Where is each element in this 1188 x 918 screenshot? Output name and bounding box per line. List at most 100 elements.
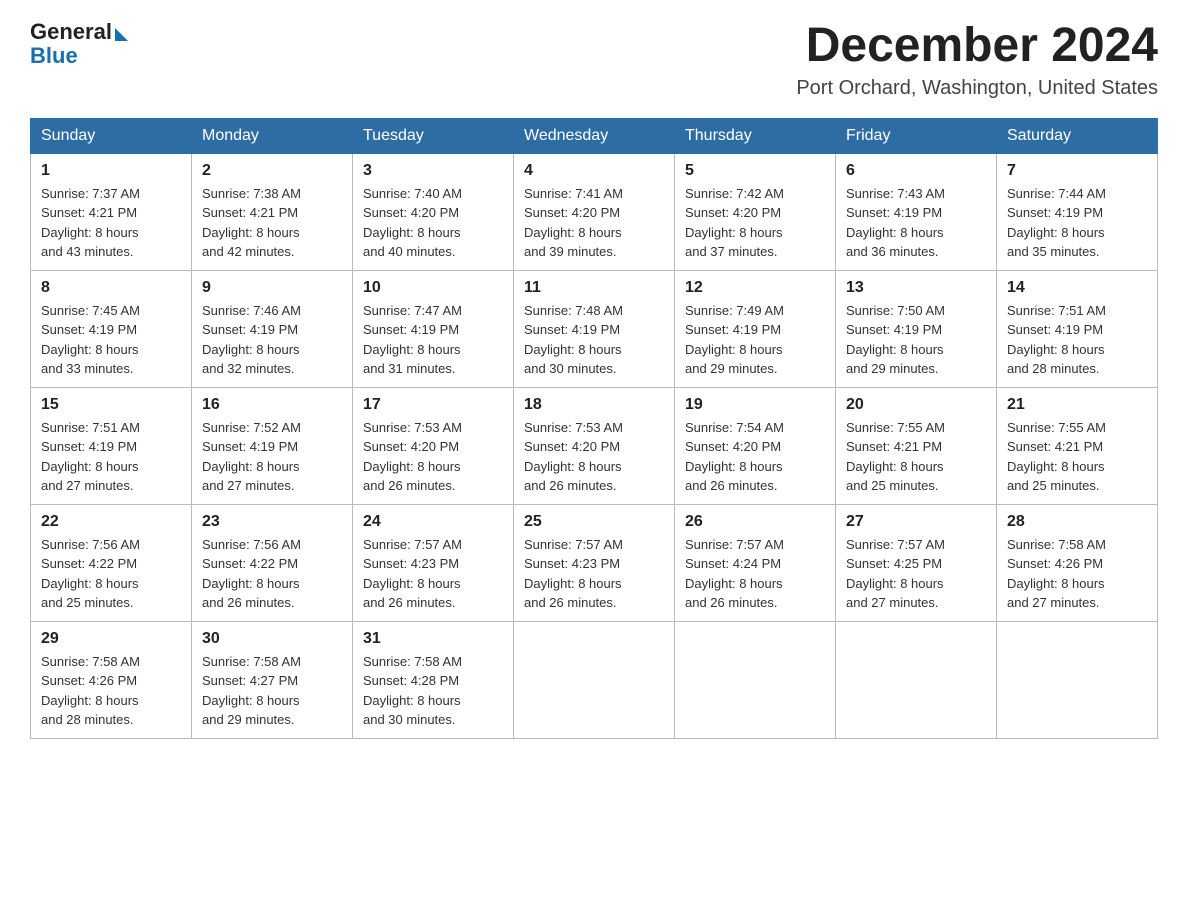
table-row: 4 Sunrise: 7:41 AM Sunset: 4:20 PM Dayli…	[514, 153, 675, 270]
table-row: 14 Sunrise: 7:51 AM Sunset: 4:19 PM Dayl…	[997, 270, 1158, 387]
day-info: Sunrise: 7:54 AM Sunset: 4:20 PM Dayligh…	[685, 418, 825, 496]
table-row: 1 Sunrise: 7:37 AM Sunset: 4:21 PM Dayli…	[31, 153, 192, 270]
day-info: Sunrise: 7:56 AM Sunset: 4:22 PM Dayligh…	[202, 535, 342, 613]
day-number: 20	[846, 396, 986, 414]
day-number: 7	[1007, 162, 1147, 180]
day-number: 19	[685, 396, 825, 414]
table-row: 21 Sunrise: 7:55 AM Sunset: 4:21 PM Dayl…	[997, 387, 1158, 504]
day-number: 16	[202, 396, 342, 414]
day-number: 27	[846, 513, 986, 531]
day-number: 8	[41, 279, 181, 297]
day-number: 1	[41, 162, 181, 180]
location-title: Port Orchard, Washington, United States	[796, 77, 1158, 100]
table-row: 3 Sunrise: 7:40 AM Sunset: 4:20 PM Dayli…	[353, 153, 514, 270]
day-info: Sunrise: 7:49 AM Sunset: 4:19 PM Dayligh…	[685, 301, 825, 379]
day-info: Sunrise: 7:41 AM Sunset: 4:20 PM Dayligh…	[524, 184, 664, 262]
day-number: 21	[1007, 396, 1147, 414]
col-tuesday: Tuesday	[353, 118, 514, 153]
day-number: 13	[846, 279, 986, 297]
day-info: Sunrise: 7:40 AM Sunset: 4:20 PM Dayligh…	[363, 184, 503, 262]
table-row: 25 Sunrise: 7:57 AM Sunset: 4:23 PM Dayl…	[514, 504, 675, 621]
day-info: Sunrise: 7:55 AM Sunset: 4:21 PM Dayligh…	[846, 418, 986, 496]
day-number: 4	[524, 162, 664, 180]
day-info: Sunrise: 7:43 AM Sunset: 4:19 PM Dayligh…	[846, 184, 986, 262]
day-number: 26	[685, 513, 825, 531]
table-row: 24 Sunrise: 7:57 AM Sunset: 4:23 PM Dayl…	[353, 504, 514, 621]
table-row: 11 Sunrise: 7:48 AM Sunset: 4:19 PM Dayl…	[514, 270, 675, 387]
day-info: Sunrise: 7:48 AM Sunset: 4:19 PM Dayligh…	[524, 301, 664, 379]
table-row: 29 Sunrise: 7:58 AM Sunset: 4:26 PM Dayl…	[31, 621, 192, 738]
day-number: 11	[524, 279, 664, 297]
day-info: Sunrise: 7:56 AM Sunset: 4:22 PM Dayligh…	[41, 535, 181, 613]
day-info: Sunrise: 7:57 AM Sunset: 4:23 PM Dayligh…	[524, 535, 664, 613]
table-row	[836, 621, 997, 738]
table-row: 19 Sunrise: 7:54 AM Sunset: 4:20 PM Dayl…	[675, 387, 836, 504]
calendar-week-row: 1 Sunrise: 7:37 AM Sunset: 4:21 PM Dayli…	[31, 153, 1158, 270]
day-number: 29	[41, 630, 181, 648]
day-info: Sunrise: 7:55 AM Sunset: 4:21 PM Dayligh…	[1007, 418, 1147, 496]
day-number: 31	[363, 630, 503, 648]
logo-blue: Blue	[30, 43, 78, 68]
day-number: 9	[202, 279, 342, 297]
table-row: 23 Sunrise: 7:56 AM Sunset: 4:22 PM Dayl…	[192, 504, 353, 621]
day-info: Sunrise: 7:53 AM Sunset: 4:20 PM Dayligh…	[524, 418, 664, 496]
table-row: 17 Sunrise: 7:53 AM Sunset: 4:20 PM Dayl…	[353, 387, 514, 504]
day-info: Sunrise: 7:42 AM Sunset: 4:20 PM Dayligh…	[685, 184, 825, 262]
day-info: Sunrise: 7:38 AM Sunset: 4:21 PM Dayligh…	[202, 184, 342, 262]
day-number: 5	[685, 162, 825, 180]
day-number: 14	[1007, 279, 1147, 297]
day-info: Sunrise: 7:57 AM Sunset: 4:23 PM Dayligh…	[363, 535, 503, 613]
day-number: 17	[363, 396, 503, 414]
table-row: 16 Sunrise: 7:52 AM Sunset: 4:19 PM Dayl…	[192, 387, 353, 504]
day-number: 10	[363, 279, 503, 297]
day-info: Sunrise: 7:57 AM Sunset: 4:25 PM Dayligh…	[846, 535, 986, 613]
table-row	[514, 621, 675, 738]
day-info: Sunrise: 7:51 AM Sunset: 4:19 PM Dayligh…	[41, 418, 181, 496]
day-info: Sunrise: 7:47 AM Sunset: 4:19 PM Dayligh…	[363, 301, 503, 379]
day-number: 18	[524, 396, 664, 414]
col-thursday: Thursday	[675, 118, 836, 153]
calendar-week-row: 15 Sunrise: 7:51 AM Sunset: 4:19 PM Dayl…	[31, 387, 1158, 504]
day-info: Sunrise: 7:46 AM Sunset: 4:19 PM Dayligh…	[202, 301, 342, 379]
header-area: General Blue December 2024 Port Orchard,…	[30, 20, 1158, 100]
calendar-week-row: 8 Sunrise: 7:45 AM Sunset: 4:19 PM Dayli…	[31, 270, 1158, 387]
table-row: 18 Sunrise: 7:53 AM Sunset: 4:20 PM Dayl…	[514, 387, 675, 504]
table-row	[675, 621, 836, 738]
header-row: Sunday Monday Tuesday Wednesday Thursday…	[31, 118, 1158, 153]
table-row: 6 Sunrise: 7:43 AM Sunset: 4:19 PM Dayli…	[836, 153, 997, 270]
table-row: 15 Sunrise: 7:51 AM Sunset: 4:19 PM Dayl…	[31, 387, 192, 504]
table-row: 28 Sunrise: 7:58 AM Sunset: 4:26 PM Dayl…	[997, 504, 1158, 621]
col-wednesday: Wednesday	[514, 118, 675, 153]
table-row: 9 Sunrise: 7:46 AM Sunset: 4:19 PM Dayli…	[192, 270, 353, 387]
day-info: Sunrise: 7:58 AM Sunset: 4:26 PM Dayligh…	[1007, 535, 1147, 613]
col-sunday: Sunday	[31, 118, 192, 153]
day-info: Sunrise: 7:58 AM Sunset: 4:28 PM Dayligh…	[363, 652, 503, 730]
day-number: 28	[1007, 513, 1147, 531]
day-info: Sunrise: 7:57 AM Sunset: 4:24 PM Dayligh…	[685, 535, 825, 613]
day-info: Sunrise: 7:53 AM Sunset: 4:20 PM Dayligh…	[363, 418, 503, 496]
day-info: Sunrise: 7:52 AM Sunset: 4:19 PM Dayligh…	[202, 418, 342, 496]
day-info: Sunrise: 7:44 AM Sunset: 4:19 PM Dayligh…	[1007, 184, 1147, 262]
day-number: 6	[846, 162, 986, 180]
calendar-week-row: 22 Sunrise: 7:56 AM Sunset: 4:22 PM Dayl…	[31, 504, 1158, 621]
table-row: 2 Sunrise: 7:38 AM Sunset: 4:21 PM Dayli…	[192, 153, 353, 270]
table-row: 5 Sunrise: 7:42 AM Sunset: 4:20 PM Dayli…	[675, 153, 836, 270]
calendar-week-row: 29 Sunrise: 7:58 AM Sunset: 4:26 PM Dayl…	[31, 621, 1158, 738]
day-number: 3	[363, 162, 503, 180]
logo: General Blue	[30, 20, 128, 68]
day-number: 15	[41, 396, 181, 414]
day-number: 24	[363, 513, 503, 531]
table-row: 31 Sunrise: 7:58 AM Sunset: 4:28 PM Dayl…	[353, 621, 514, 738]
table-row: 20 Sunrise: 7:55 AM Sunset: 4:21 PM Dayl…	[836, 387, 997, 504]
table-row: 10 Sunrise: 7:47 AM Sunset: 4:19 PM Dayl…	[353, 270, 514, 387]
table-row: 26 Sunrise: 7:57 AM Sunset: 4:24 PM Dayl…	[675, 504, 836, 621]
day-number: 30	[202, 630, 342, 648]
day-number: 12	[685, 279, 825, 297]
day-info: Sunrise: 7:45 AM Sunset: 4:19 PM Dayligh…	[41, 301, 181, 379]
table-row: 22 Sunrise: 7:56 AM Sunset: 4:22 PM Dayl…	[31, 504, 192, 621]
col-monday: Monday	[192, 118, 353, 153]
day-info: Sunrise: 7:50 AM Sunset: 4:19 PM Dayligh…	[846, 301, 986, 379]
table-row: 8 Sunrise: 7:45 AM Sunset: 4:19 PM Dayli…	[31, 270, 192, 387]
table-row: 13 Sunrise: 7:50 AM Sunset: 4:19 PM Dayl…	[836, 270, 997, 387]
calendar-table: Sunday Monday Tuesday Wednesday Thursday…	[30, 118, 1158, 739]
